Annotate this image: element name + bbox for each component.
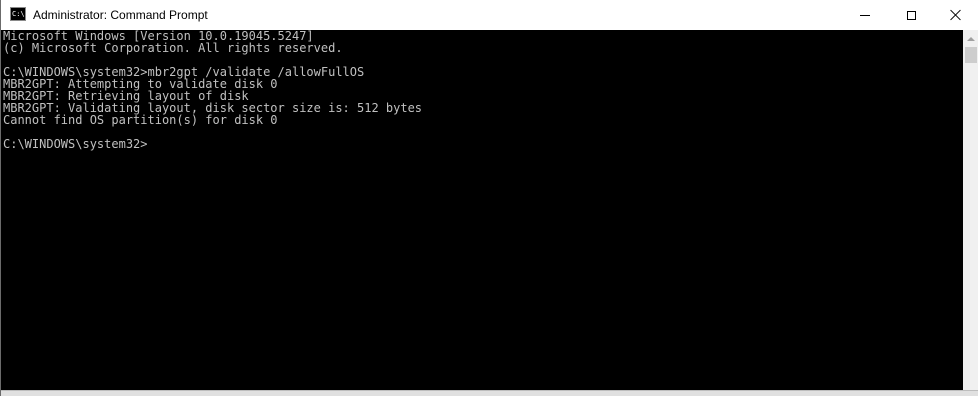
window-title: Administrator: Command Prompt: [33, 8, 208, 22]
close-button[interactable]: [933, 0, 978, 30]
close-icon: [950, 9, 962, 21]
console-output[interactable]: Microsoft Windows [Version 10.0.19045.52…: [2, 30, 962, 390]
chevron-up-icon: [967, 36, 975, 41]
cmd-app-icon[interactable]: C:\.: [10, 7, 29, 21]
window-bottom-edge: [1, 390, 978, 396]
minimize-icon: [860, 14, 870, 16]
console-line: Cannot find OS partition(s) for disk 0: [3, 113, 278, 127]
maximize-icon: [906, 10, 916, 20]
maximize-button[interactable]: [888, 0, 934, 30]
vertical-scrollbar[interactable]: [963, 30, 978, 390]
command-prompt-line[interactable]: C:\WINDOWS\system32>: [2, 138, 962, 150]
command-prompt-window: C:\. Administrator: Command Prompt Micro…: [0, 0, 978, 396]
scrollbar-thumb[interactable]: [965, 47, 977, 63]
console-line: (c) Microsoft Corporation. All rights re…: [3, 41, 343, 55]
title-bar[interactable]: C:\. Administrator: Command Prompt: [1, 0, 978, 30]
minimize-button[interactable]: [842, 0, 888, 30]
scroll-up-button[interactable]: [963, 30, 978, 47]
